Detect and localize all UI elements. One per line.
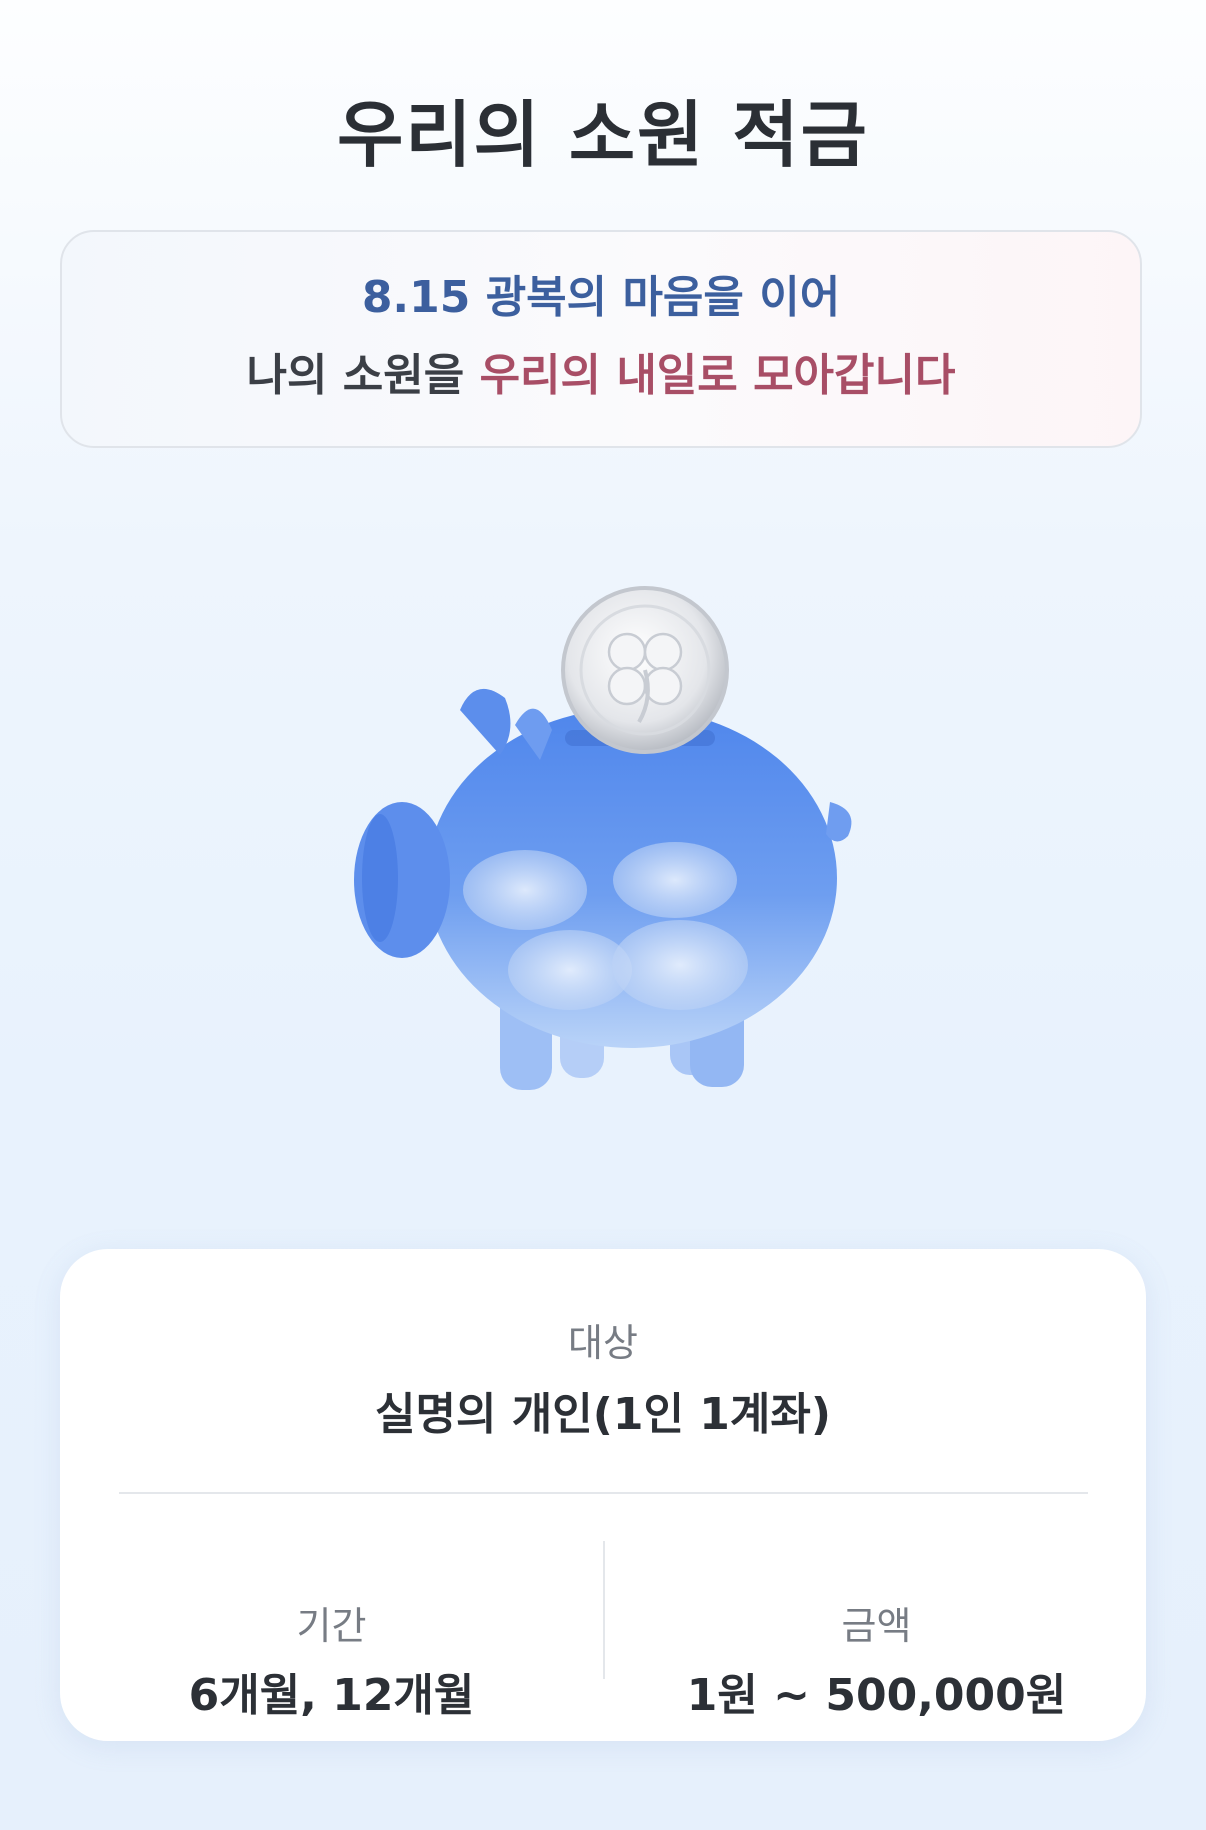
product-info-card: 대상 실명의 개인(1인 1계좌) 기간 6개월, 12개월 금액 1원 ~ 5… <box>60 1249 1146 1741</box>
slogan-line-2-highlight: 우리의 내일로 모아갑니다 <box>479 350 956 401</box>
slogan-line-2: 나의 소원을 우리의 내일로 모아갑니다 <box>62 350 1140 403</box>
period-label: 기간 <box>296 1604 367 1648</box>
piggy-bank-with-clover-coin-icon <box>354 586 852 1090</box>
slogan-line-1: 8.15 광복의 마음을 이어 <box>361 272 841 323</box>
period-value: 6개월, 12개월 <box>188 1670 475 1721</box>
amount-label: 금액 <box>841 1604 912 1648</box>
piggy-bank-illustration <box>340 580 870 1100</box>
slogan-banner: 8.15 광복의 마음을 이어 나의 소원을 우리의 내일로 모아갑니다 <box>60 230 1142 448</box>
amount-value: 1원 ~ 500,000원 <box>686 1670 1067 1721</box>
target-label: 대상 <box>568 1321 638 1365</box>
amount-section: 금액 1원 ~ 500,000원 <box>605 1494 1148 1741</box>
target-value: 실명의 개인(1인 1계좌) <box>375 1389 831 1440</box>
target-section: 대상 실명의 개인(1인 1계좌) <box>60 1249 1146 1489</box>
period-section: 기간 6개월, 12개월 <box>60 1494 603 1741</box>
page-title: 우리의 소원 적금 <box>337 93 869 177</box>
slogan-line-2-prefix: 나의 소원을 <box>246 350 480 401</box>
